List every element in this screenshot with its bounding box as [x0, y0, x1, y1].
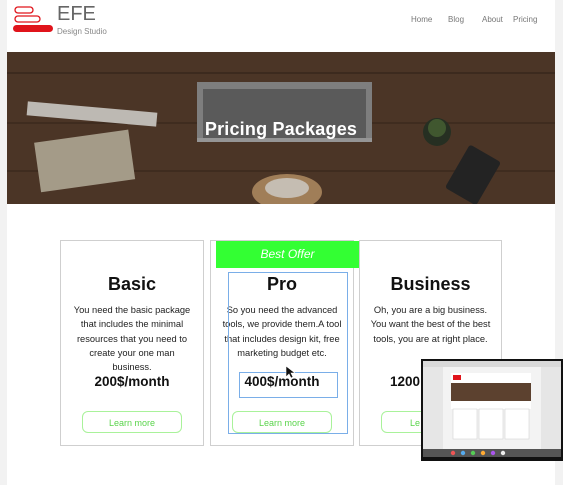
hero-banner: Pricing Packages	[7, 52, 555, 204]
cursor-icon	[285, 365, 295, 379]
logo-mark-icon[interactable]	[13, 5, 61, 37]
best-offer-badge: Best Offer	[216, 241, 359, 268]
plan-title: Business	[390, 274, 471, 294]
thumbnail-screen	[423, 361, 561, 457]
brand-name[interactable]: EFE	[57, 3, 96, 26]
site-header: EFE Design Studio Home Blog About Pricin…	[7, 0, 555, 52]
plan-card-basic: Basic You need the basic package that in…	[60, 240, 204, 446]
plan-price: 1200	[390, 374, 421, 389]
selection-outline	[228, 272, 348, 434]
screen-share-thumbnail[interactable]	[421, 359, 563, 461]
plan-description: You need the basic package that includes…	[73, 305, 191, 373]
brand-subtitle: Design Studio	[57, 27, 107, 36]
nav-blog[interactable]: Blog	[448, 15, 464, 24]
plan-description: Oh, you are a big business. You want the…	[370, 305, 491, 344]
thumbnail-preview-image	[423, 361, 561, 457]
nav-home[interactable]: Home	[411, 15, 432, 24]
nav-about[interactable]: About	[482, 15, 503, 24]
hero-title: Pricing Packages	[204, 119, 358, 139]
learn-more-button[interactable]: Learn more	[82, 411, 182, 433]
nav-pricing[interactable]: Pricing	[513, 15, 537, 24]
plan-title: Basic	[107, 274, 157, 294]
plan-price: 200$/month	[94, 374, 170, 389]
